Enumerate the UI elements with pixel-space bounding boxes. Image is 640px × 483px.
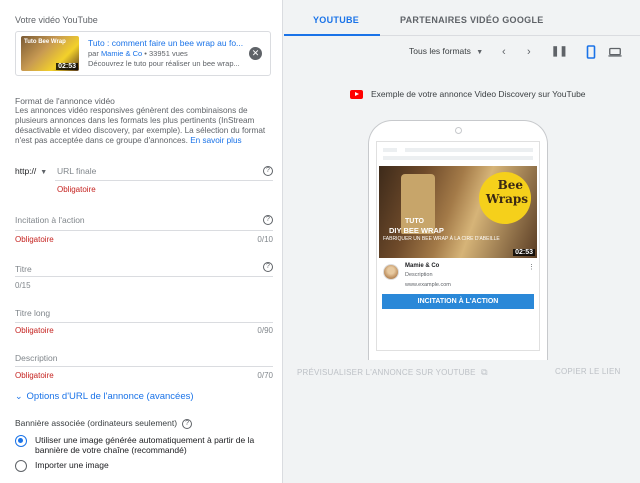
video-duration: 02:53: [56, 63, 78, 70]
protocol-select[interactable]: http://▼: [15, 166, 47, 176]
preview-tabs: YOUTUBE PARTENAIRES VIDÉO GOOGLE: [284, 0, 640, 36]
ad-tuto-text: TUTO: [405, 218, 424, 225]
radio-import-image[interactable]: Importer une image: [15, 460, 255, 472]
title-field: Titre ? 0/15: [15, 262, 273, 292]
video-channel[interactable]: Mamie & Co: [101, 49, 142, 58]
ad-url: www.example.com: [405, 282, 451, 288]
placeholder-bar: [383, 148, 397, 152]
advanced-options-label: Options d'URL de l'annonce (avancées): [26, 391, 194, 402]
help-icon[interactable]: ?: [263, 262, 273, 272]
title-input[interactable]: Titre: [15, 264, 32, 274]
youtube-logo-icon: [350, 89, 363, 99]
phone-speaker: [455, 127, 462, 134]
help-icon[interactable]: ?: [263, 166, 273, 176]
description-input[interactable]: Description: [15, 353, 58, 363]
help-icon[interactable]: ?: [263, 215, 273, 225]
ad-channel: Mamie & Co: [405, 263, 440, 269]
description-error: Obligatoire: [15, 371, 54, 380]
video-section-label: Votre vidéo YouTube: [15, 15, 98, 25]
final-url-underline: [55, 180, 273, 181]
radio-import-label: Importer une image: [35, 460, 109, 470]
long-title-error: Obligatoire: [15, 326, 54, 335]
format-select[interactable]: Tous les formats ▼: [409, 46, 483, 56]
tab-youtube[interactable]: YOUTUBE: [313, 15, 359, 25]
cta-error: Obligatoire: [15, 235, 54, 244]
cta-underline: [15, 230, 273, 231]
cta-field: Incitation à l'action ? Obligatoire 0/10: [15, 215, 273, 245]
selected-video-card[interactable]: Tuto Bee Wrap 02:53 Tuto : comment faire…: [15, 31, 271, 76]
thumbnail-text: Tuto Bee Wrap: [24, 39, 66, 45]
tab-google-video-partners[interactable]: PARTENAIRES VIDÉO GOOGLE: [400, 15, 544, 25]
cta-counter: 0/10: [257, 235, 273, 244]
cta-input[interactable]: Incitation à l'action: [15, 215, 85, 225]
ad-form-panel: Votre vidéo YouTube Tuto Bee Wrap 02:53 …: [0, 0, 283, 483]
channel-avatar: [383, 264, 399, 280]
desktop-device-icon[interactable]: [608, 45, 622, 59]
phone-mockup: Bee Wraps TUTO DIY BEE WRAP FABRIQUER UN…: [368, 120, 548, 360]
pause-icon[interactable]: ❚❚: [551, 46, 568, 57]
chevron-down-icon: ⌄: [15, 391, 23, 401]
radio-unselected-icon[interactable]: [15, 460, 27, 472]
ad-preview-panel: YOUTUBE PARTENAIRES VIDÉO GOOGLE Tous le…: [284, 0, 640, 483]
placeholder-bar: [383, 156, 533, 160]
preview-link-text: PRÉVISUALISER L'ANNONCE SUR YOUTUBE: [297, 368, 476, 377]
ad-subline: FABRIQUER UN BEE WRAP À LA CIRE D'ABEILL…: [383, 236, 500, 242]
open-external-icon: ⧉: [481, 367, 488, 377]
more-vert-icon[interactable]: ⋮: [528, 263, 535, 271]
example-label: Exemple de votre annonce Video Discovery…: [350, 89, 586, 99]
radio-auto-label: Utiliser une image générée automatiqueme…: [35, 435, 255, 455]
ad-headline: DIY BEE WRAP: [389, 226, 444, 235]
long-title-underline: [15, 322, 273, 323]
help-icon[interactable]: ?: [182, 418, 193, 429]
ad-description: Description: [405, 272, 433, 278]
long-title-counter: 0/90: [257, 326, 273, 335]
active-tab-indicator: [284, 34, 380, 36]
long-title-input[interactable]: Titre long: [15, 308, 50, 318]
mobile-device-icon[interactable]: [584, 45, 598, 59]
format-description: Les annonces vidéo responsives génèrent …: [15, 106, 270, 146]
format-select-value: Tous les formats: [409, 46, 471, 56]
video-title[interactable]: Tuto : comment faire un bee wrap au fo..…: [88, 38, 248, 48]
ad-duration: 02:53: [513, 249, 535, 256]
description-field: Description Obligatoire 0/70: [15, 353, 273, 383]
radio-selected-icon[interactable]: [15, 435, 27, 447]
final-url-error: Obligatoire: [57, 185, 96, 194]
description-counter: 0/70: [257, 371, 273, 380]
title-underline: [15, 276, 273, 277]
next-icon[interactable]: ›: [527, 46, 531, 58]
banner-label-text: Bannière associée (ordinateurs seulement…: [15, 418, 178, 428]
title-counter: 0/15: [15, 281, 31, 290]
jar-shape: [401, 174, 435, 234]
remove-video-icon[interactable]: ✕: [249, 47, 262, 60]
learn-more-link[interactable]: En savoir plus: [190, 136, 241, 145]
final-url-field: http://▼ URL finale ? Obligatoire: [15, 166, 273, 196]
final-url-input[interactable]: URL finale: [57, 166, 96, 176]
video-thumbnail: Tuto Bee Wrap 02:53: [21, 36, 79, 71]
video-meta: par Mamie & Co • 33951 vues: [88, 49, 188, 58]
companion-banner-label: Bannière associée (ordinateurs seulement…: [15, 418, 193, 429]
advanced-url-options-toggle[interactable]: ⌄ Options d'URL de l'annonce (avancées): [15, 391, 194, 402]
caret-down-icon: ▼: [476, 49, 484, 56]
radio-auto-banner[interactable]: Utiliser une image générée automatiqueme…: [15, 435, 255, 455]
preview-on-youtube-link[interactable]: PRÉVISUALISER L'ANNONCE SUR YOUTUBE ⧉: [297, 367, 488, 378]
format-title: Format de l'annonce vidéo: [15, 96, 115, 106]
example-label-text: Exemple de votre annonce Video Discovery…: [371, 89, 586, 99]
protocol-value: http://: [15, 166, 37, 176]
caret-down-icon: ▼: [40, 169, 48, 176]
ad-brand-line1: Bee: [497, 178, 523, 192]
long-title-field: Titre long Obligatoire 0/90: [15, 308, 273, 338]
placeholder-bar: [405, 148, 533, 152]
video-by: par: [88, 49, 99, 58]
previous-icon[interactable]: ‹: [502, 46, 506, 58]
phone-screen: Bee Wraps TUTO DIY BEE WRAP FABRIQUER UN…: [376, 141, 540, 351]
copy-link-button[interactable]: COPIER LE LIEN: [555, 367, 621, 376]
description-underline: [15, 366, 273, 367]
video-views: • 33951 vues: [144, 49, 188, 58]
ad-cta-button[interactable]: INCITATION À L'ACTION: [382, 294, 534, 309]
video-description: Découvrez le tuto pour réaliser un bee w…: [88, 59, 240, 68]
ad-video-image[interactable]: Bee Wraps TUTO DIY BEE WRAP FABRIQUER UN…: [379, 166, 537, 258]
ad-brand-line2: Wraps: [485, 192, 528, 206]
